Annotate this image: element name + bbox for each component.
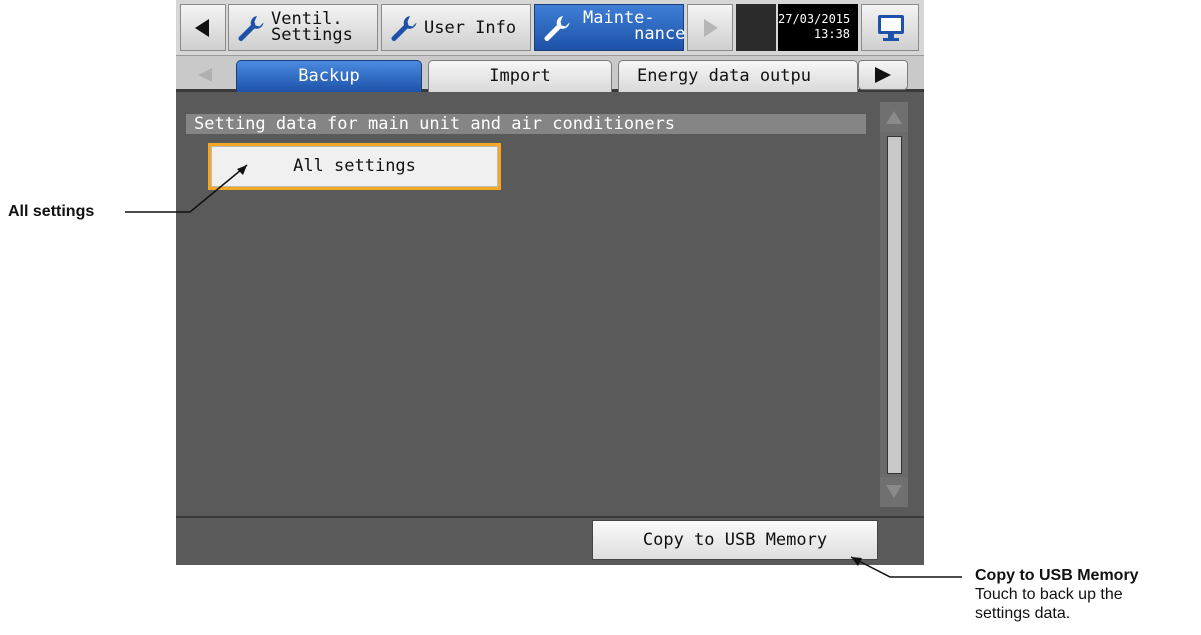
annotation-all-settings-text: All settings <box>8 203 95 220</box>
annotation-all-settings: All settings <box>8 203 94 221</box>
annotation-copy-line1: Touch to back up the <box>975 586 1123 603</box>
callout-lines <box>125 164 962 578</box>
annotation-copy-usb: Copy to USB Memory Touch to back up the … <box>975 566 1139 623</box>
annotation-copy-line2: settings data. <box>975 605 1071 622</box>
annotation-copy-title: Copy to USB Memory <box>975 567 1139 584</box>
